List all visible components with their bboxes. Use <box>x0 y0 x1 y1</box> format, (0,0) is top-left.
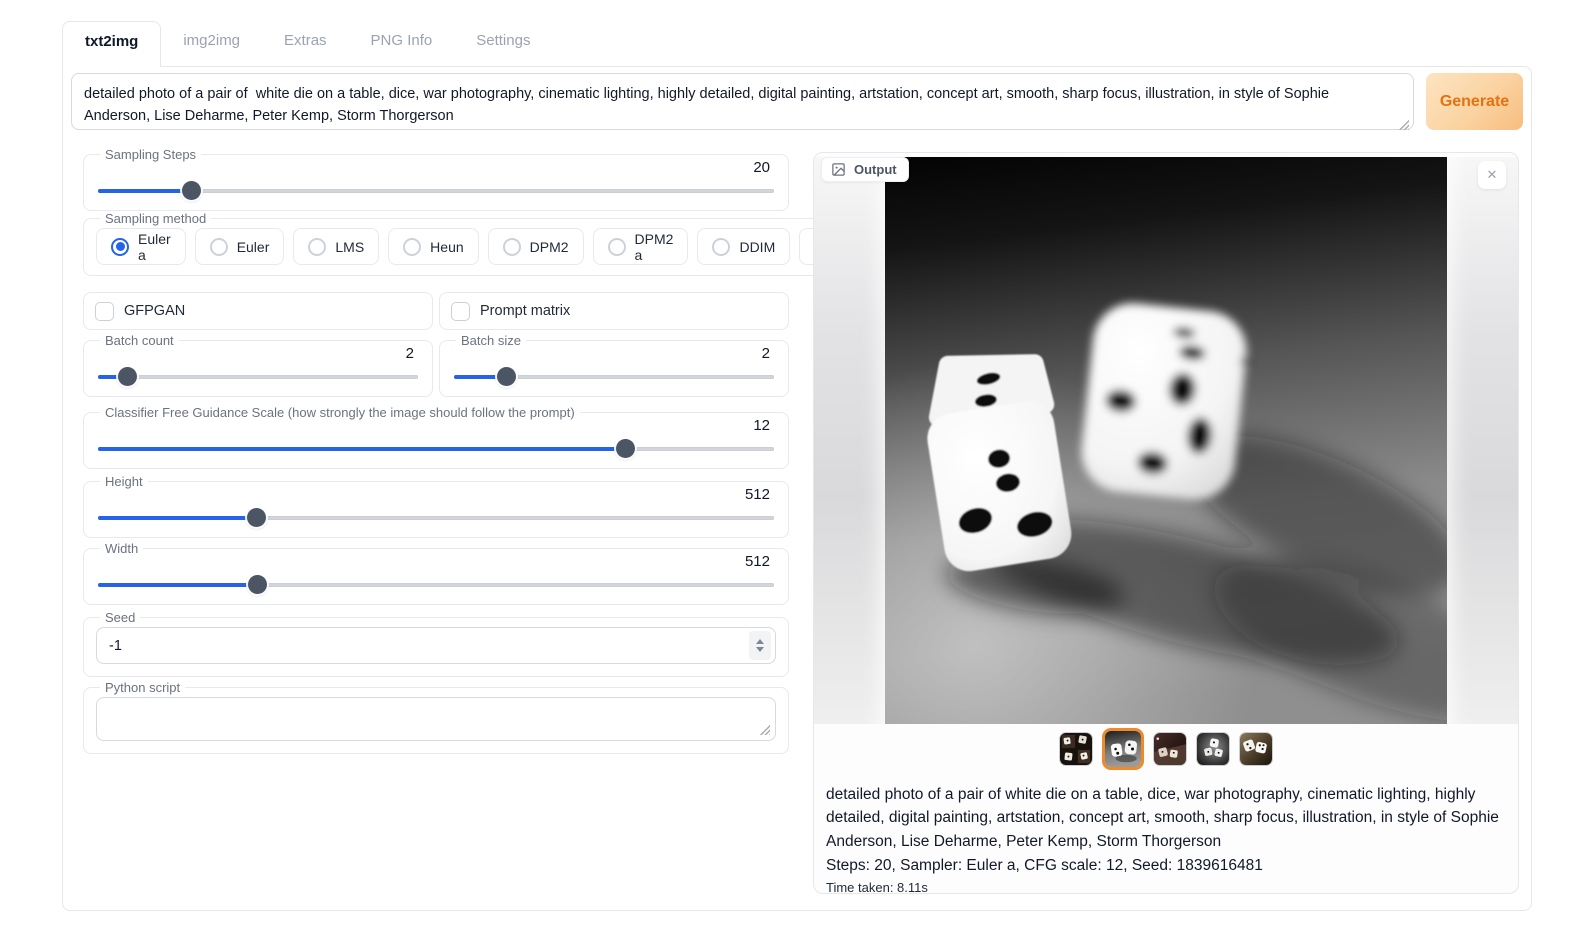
app: txt2img img2img Extras PNG Info Settings… <box>62 21 1532 911</box>
width-label: Width <box>100 541 143 556</box>
height-group: Height 512 <box>83 474 789 538</box>
radio-icon <box>111 238 129 256</box>
radio-ddim[interactable]: DDIM <box>697 228 790 265</box>
gallery-blur-edge <box>814 157 885 724</box>
prompt-matrix-checkbox[interactable]: Prompt matrix <box>439 292 789 330</box>
width-value: 512 <box>96 553 770 571</box>
prompt-row: detailed photo of a pair of white die on… <box>71 73 1523 135</box>
cfg-scale-group: Classifier Free Guidance Scale (how stro… <box>83 405 789 469</box>
gallery-thumbnail-2-selected[interactable] <box>1102 728 1144 770</box>
height-value: 512 <box>96 486 770 504</box>
output-title: Output <box>854 162 897 177</box>
gallery-thumbnail-4[interactable] <box>1196 732 1230 766</box>
batch-count-label: Batch count <box>100 333 179 348</box>
height-label: Height <box>100 474 148 489</box>
generate-button[interactable]: Generate <box>1426 73 1523 130</box>
cfg-scale-label: Classifier Free Guidance Scale (how stro… <box>100 405 580 420</box>
output-gallery <box>814 157 1518 724</box>
output-header: Output <box>821 157 909 182</box>
radio-icon <box>403 238 421 256</box>
tab-txt2img[interactable]: txt2img <box>62 21 161 67</box>
tab-img2img[interactable]: img2img <box>161 21 262 66</box>
generated-image[interactable] <box>885 157 1447 724</box>
batch-count-slider[interactable] <box>98 367 418 386</box>
checkbox-icon[interactable] <box>95 302 114 321</box>
slider-fill <box>98 583 257 587</box>
slider-thumb[interactable] <box>118 367 137 386</box>
gallery-thumbnail-3[interactable] <box>1153 732 1187 766</box>
settings-column: Sampling Steps 20 Sampling method Euler … <box>83 147 789 894</box>
seed-group: Seed <box>83 610 789 677</box>
gallery-thumbnail-5[interactable] <box>1239 732 1273 766</box>
radio-dpm2[interactable]: DPM2 <box>488 228 584 265</box>
python-script-label: Python script <box>100 680 185 695</box>
seed-input[interactable] <box>109 638 749 654</box>
output-params-text: Steps: 20, Sampler: Euler a, CFG scale: … <box>826 854 1506 877</box>
radio-icon <box>608 238 626 256</box>
python-script-input[interactable] <box>96 697 776 741</box>
slider-thumb[interactable] <box>182 181 201 200</box>
width-slider[interactable] <box>98 575 774 594</box>
tab-bar: txt2img img2img Extras PNG Info Settings <box>62 21 1532 66</box>
sampling-steps-group: Sampling Steps 20 <box>83 147 789 211</box>
slider-fill <box>98 447 625 451</box>
height-slider[interactable] <box>98 508 774 527</box>
output-column: Output ✕ <box>813 152 1519 894</box>
radio-euler-a[interactable]: Euler a <box>96 228 186 265</box>
gallery-thumbnail-1[interactable] <box>1059 732 1093 766</box>
radio-icon <box>210 238 228 256</box>
batch-count-group: Batch count 2 <box>83 333 433 397</box>
tab-extras[interactable]: Extras <box>262 21 349 66</box>
radio-icon <box>308 238 326 256</box>
width-group: Width 512 <box>83 541 789 605</box>
output-panel: Output ✕ <box>813 152 1519 894</box>
slider-thumb[interactable] <box>247 508 266 527</box>
resize-handle-icon[interactable] <box>759 724 770 735</box>
image-icon <box>831 162 846 177</box>
sampling-method-label: Sampling method <box>100 211 211 226</box>
gallery-thumbnails <box>814 724 1518 774</box>
gfpgan-checkbox[interactable]: GFPGAN <box>83 292 433 330</box>
radio-heun[interactable]: Heun <box>388 228 478 265</box>
batch-size-label: Batch size <box>456 333 526 348</box>
sampling-method-options: Euler a Euler LMS Heun DPM2 DPM2 a DDIM … <box>96 226 894 266</box>
time-taken-text: Time taken: 8.11s <box>826 880 1506 894</box>
prompt-matrix-label: Prompt matrix <box>480 303 570 319</box>
radio-euler[interactable]: Euler <box>195 228 285 265</box>
sampling-method-group: Sampling method Euler a Euler LMS Heun D… <box>83 211 907 276</box>
radio-dpm2-a[interactable]: DPM2 a <box>593 228 689 265</box>
tab-png-info[interactable]: PNG Info <box>349 21 455 66</box>
seed-label: Seed <box>100 610 140 625</box>
slider-fill <box>98 189 191 193</box>
txt2img-panel: detailed photo of a pair of white die on… <box>62 66 1532 911</box>
sampling-steps-label: Sampling Steps <box>100 147 201 162</box>
slider-thumb[interactable] <box>497 367 516 386</box>
tab-settings[interactable]: Settings <box>454 21 552 66</box>
slider-thumb[interactable] <box>616 439 635 458</box>
sampling-steps-value: 20 <box>96 159 770 177</box>
slider-track[interactable] <box>98 375 418 379</box>
slider-fill <box>98 516 256 520</box>
output-prompt-text: detailed photo of a pair of white die on… <box>826 783 1506 853</box>
cfg-scale-slider[interactable] <box>98 439 774 458</box>
generation-info: detailed photo of a pair of white die on… <box>814 774 1518 894</box>
checkbox-icon[interactable] <box>451 302 470 321</box>
python-script-group: Python script <box>83 680 789 754</box>
prompt-input[interactable]: detailed photo of a pair of white die on… <box>71 73 1414 130</box>
radio-icon <box>712 238 730 256</box>
batch-size-group: Batch size 2 <box>439 333 789 397</box>
slider-thumb[interactable] <box>248 575 267 594</box>
gallery-blur-edge <box>1447 157 1518 724</box>
sampling-steps-slider[interactable] <box>98 181 774 200</box>
radio-lms[interactable]: LMS <box>293 228 379 265</box>
gfpgan-label: GFPGAN <box>124 303 185 319</box>
spinner-up-down-icons[interactable] <box>749 631 771 660</box>
batch-size-slider[interactable] <box>454 367 774 386</box>
radio-icon <box>503 238 521 256</box>
close-icon[interactable]: ✕ <box>1478 161 1506 189</box>
